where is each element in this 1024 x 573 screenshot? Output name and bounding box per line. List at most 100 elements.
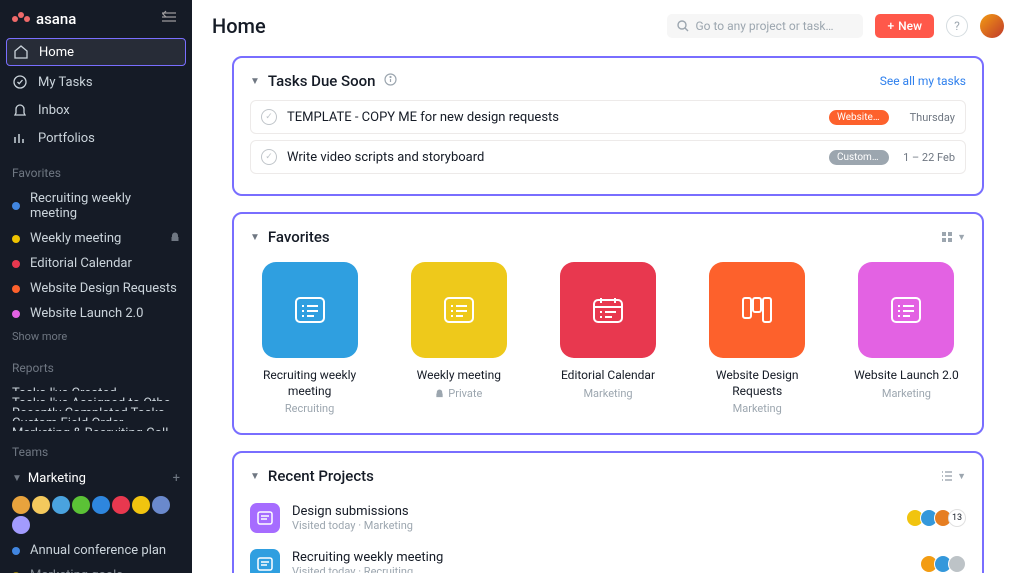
project-tile — [262, 262, 358, 358]
sidebar-report-item[interactable]: Recently Completed Tasks — [0, 401, 192, 411]
nav-inbox[interactable]: Inbox — [0, 96, 192, 124]
content: ▼ Tasks Due Soon See all my tasks ✓ TEMP… — [192, 46, 1024, 573]
project-name: Weekly meeting — [417, 368, 501, 384]
avatar[interactable] — [12, 496, 30, 514]
favorite-project-card[interactable]: Weekly meeting Private — [399, 262, 518, 415]
project-tag[interactable]: Custome… — [829, 150, 889, 165]
nav-label: My Tasks — [38, 75, 93, 90]
favorite-project-card[interactable]: Recruiting weekly meeting Recruiting — [250, 262, 369, 415]
sidebar-heading-reports: Reports — [0, 347, 192, 381]
list-icon — [890, 296, 922, 324]
member-stack[interactable]: 13 — [910, 509, 966, 527]
project-dot-icon — [12, 547, 20, 555]
project-name: Recruiting weekly meeting — [250, 368, 369, 399]
main: Home Go to any project or task… + New ? ▼… — [192, 0, 1024, 573]
nav-label: Home — [39, 45, 74, 60]
view-toggle[interactable]: ▼ — [941, 470, 966, 482]
brand-name: asana — [36, 10, 76, 28]
project-label: Annual conference plan — [30, 543, 166, 558]
user-avatar[interactable] — [980, 14, 1004, 38]
page-title: Home — [212, 14, 266, 38]
chevron-down-icon[interactable]: ▼ — [250, 232, 260, 243]
show-more-button[interactable]: Show more — [0, 326, 192, 347]
avatar[interactable] — [92, 496, 110, 514]
help-button[interactable]: ? — [946, 15, 968, 37]
sidebar-report-item[interactable]: Tasks I've Assigned to Others — [0, 391, 192, 401]
project-tile — [250, 503, 280, 533]
nav-my-tasks[interactable]: My Tasks — [0, 68, 192, 96]
view-toggle[interactable]: ▼ — [941, 231, 966, 243]
search-input[interactable]: Go to any project or task… — [667, 14, 863, 38]
member-stack[interactable] — [924, 555, 966, 573]
project-meta: Marketing — [583, 387, 632, 400]
sidebar-report-item[interactable]: Custom Field Order — [0, 411, 192, 421]
nav-label: Inbox — [38, 103, 70, 118]
nav-home[interactable]: Home — [6, 38, 186, 66]
complete-task-button[interactable]: ✓ — [261, 149, 277, 165]
favorite-label: Recruiting weekly meeting — [30, 191, 180, 221]
favorites-card: ▼ Favorites ▼ Recruiting weekly meeting … — [232, 212, 984, 435]
project-meta: Marketing — [882, 387, 931, 400]
nav-label: Portfolios — [38, 131, 95, 146]
sidebar-favorite-item[interactable]: Recruiting weekly meeting — [0, 186, 192, 226]
avatar[interactable] — [32, 496, 50, 514]
sidebar-favorite-item[interactable]: Weekly meeting — [0, 226, 192, 251]
collapse-sidebar-button[interactable] — [156, 8, 182, 30]
project-meta: Visited today · Recruiting — [292, 565, 912, 573]
home-icon — [13, 44, 29, 60]
favorite-project-card[interactable]: Editorial Calendar Marketing — [548, 262, 667, 415]
add-team-button[interactable]: + — [173, 471, 180, 486]
recent-project-row[interactable]: Recruiting weekly meeting Visited today … — [250, 541, 966, 573]
project-meta: Marketing — [733, 402, 782, 415]
team-project-item[interactable]: Annual conference plan — [0, 538, 192, 563]
due-date: 1 – 22 Feb — [899, 151, 955, 164]
favorite-label: Website Launch 2.0 — [30, 306, 143, 321]
recent-project-row[interactable]: Design submissions Visited today · Marke… — [250, 495, 966, 541]
header: Home Go to any project or task… + New ? — [192, 0, 1024, 46]
search-placeholder: Go to any project or task… — [695, 19, 833, 33]
sidebar-report-item[interactable]: Tasks I've Created — [0, 381, 192, 391]
sidebar-heading-favorites: Favorites — [0, 152, 192, 186]
due-date: Thursday — [899, 111, 955, 124]
project-tile — [858, 262, 954, 358]
avatar[interactable] — [132, 496, 150, 514]
team-row[interactable]: ▼ Marketing + — [0, 465, 192, 492]
chevron-down-icon[interactable]: ▼ — [250, 76, 260, 87]
avatar[interactable] — [72, 496, 90, 514]
task-row[interactable]: ✓ TEMPLATE - COPY ME for new design requ… — [250, 100, 966, 134]
avatar[interactable] — [52, 496, 70, 514]
project-meta: Visited today · Marketing — [292, 519, 898, 532]
check-circle-icon — [12, 74, 28, 90]
sidebar-favorite-item[interactable]: Website Launch 2.0 — [0, 301, 192, 326]
list-icon — [941, 470, 953, 482]
info-icon[interactable] — [384, 73, 397, 90]
avatar[interactable] — [112, 496, 130, 514]
sidebar-favorite-item[interactable]: Editorial Calendar — [0, 251, 192, 276]
task-row[interactable]: ✓ Write video scripts and storyboard Cus… — [250, 140, 966, 174]
plus-icon: + — [887, 19, 894, 33]
project-name: Design submissions — [292, 504, 898, 519]
sidebar-heading-teams: Teams — [0, 431, 192, 465]
avatar — [948, 555, 966, 573]
avatar[interactable] — [152, 496, 170, 514]
sidebar-report-item[interactable]: Marketing & Recruiting Collab… — [0, 421, 192, 431]
project-tag[interactable]: Website … — [829, 110, 889, 125]
favorite-label: Weekly meeting — [30, 231, 121, 246]
see-all-tasks-link[interactable]: See all my tasks — [880, 74, 966, 88]
favorite-project-card[interactable]: Website Design Requests Marketing — [698, 262, 817, 415]
avatar[interactable] — [12, 516, 30, 534]
tasks-due-soon-card: ▼ Tasks Due Soon See all my tasks ✓ TEMP… — [232, 56, 984, 196]
favorite-project-card[interactable]: Website Launch 2.0 Marketing — [847, 262, 966, 415]
chevron-down-icon[interactable]: ▼ — [250, 471, 260, 482]
sidebar-favorite-item[interactable]: Website Design Requests — [0, 276, 192, 301]
project-meta: Private — [435, 387, 482, 400]
nav-portfolios[interactable]: Portfolios — [0, 124, 192, 152]
team-project-item[interactable]: Marketing goals — [0, 563, 192, 573]
complete-task-button[interactable]: ✓ — [261, 109, 277, 125]
new-button[interactable]: + New — [875, 14, 934, 38]
project-tile — [560, 262, 656, 358]
project-name: Website Launch 2.0 — [854, 368, 959, 384]
task-name: Write video scripts and storyboard — [287, 150, 819, 165]
new-label: New — [898, 19, 922, 33]
chevron-down-icon: ▼ — [957, 471, 966, 482]
